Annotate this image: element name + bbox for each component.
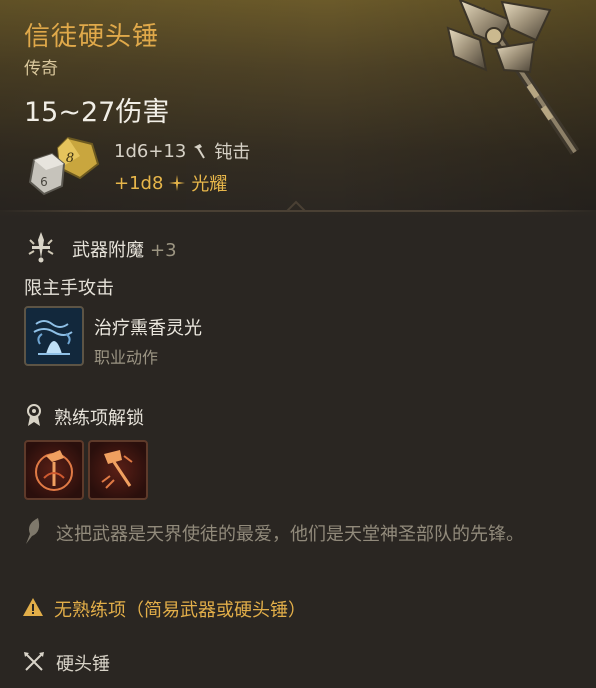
radiant-icon [169, 175, 186, 191]
quill-icon [26, 518, 40, 544]
divider-notch [286, 200, 306, 212]
damage-type: 光耀 [191, 174, 228, 195]
damage-line-radiant: +1d8 光耀 [114, 170, 227, 196]
item-rarity: 传奇 [24, 59, 58, 79]
unlock-icon-2[interactable] [88, 440, 148, 500]
crushing-blow-icon [101, 450, 133, 489]
item-name: 信徒硬头锤 [24, 22, 160, 52]
proficiency-title: 熟练项解锁 [54, 408, 144, 429]
bludgeon-stance-icon [35, 450, 73, 491]
enchantment: 武器附魔 +3 [72, 236, 177, 262]
dice-icon: 8 6 [28, 136, 100, 196]
warning-icon [23, 598, 43, 616]
damage-line-bludgeoning: 1d6+13 钝击 [114, 138, 250, 164]
weapon-type: 硬头锤 [56, 654, 110, 675]
proficiency-warning: 无熟练项（简易武器或硬头锤） [54, 600, 306, 621]
unlock-icon-1[interactable] [24, 440, 84, 500]
enchantment-bonus: +3 [150, 240, 177, 261]
damage-type: 钝击 [214, 142, 251, 163]
dice-number: 8 [66, 151, 74, 166]
item-tooltip: 信徒硬头锤 传奇 15~27伤害 8 6 1d6+13 钝击 +1d8 光耀 武… [0, 0, 596, 688]
action-type: 职业动作 [94, 348, 159, 367]
svg-text:6: 6 [40, 175, 48, 189]
action-name: 治疗熏香灵光 [94, 318, 202, 339]
sword-enchant-icon [28, 232, 54, 263]
damage-dice: 1d6+13 [114, 140, 187, 162]
hammer-icon [194, 144, 206, 159]
damage-dice: +1d8 [114, 172, 164, 194]
healing-incense-icon [33, 320, 73, 355]
restriction-text: 限主手攻击 [24, 278, 114, 299]
mace-weapon-icon [446, 0, 580, 155]
damage-summary: 15~27伤害 [24, 97, 170, 128]
crossed-weapons-icon [24, 652, 44, 671]
item-description: 这把武器是天界使徒的最爱，他们是天堂神圣部队的先锋。 [56, 524, 524, 545]
enchantment-label: 武器附魔 [72, 240, 144, 261]
action-icon-frame[interactable] [24, 306, 84, 366]
proficiency-icon [27, 404, 41, 426]
